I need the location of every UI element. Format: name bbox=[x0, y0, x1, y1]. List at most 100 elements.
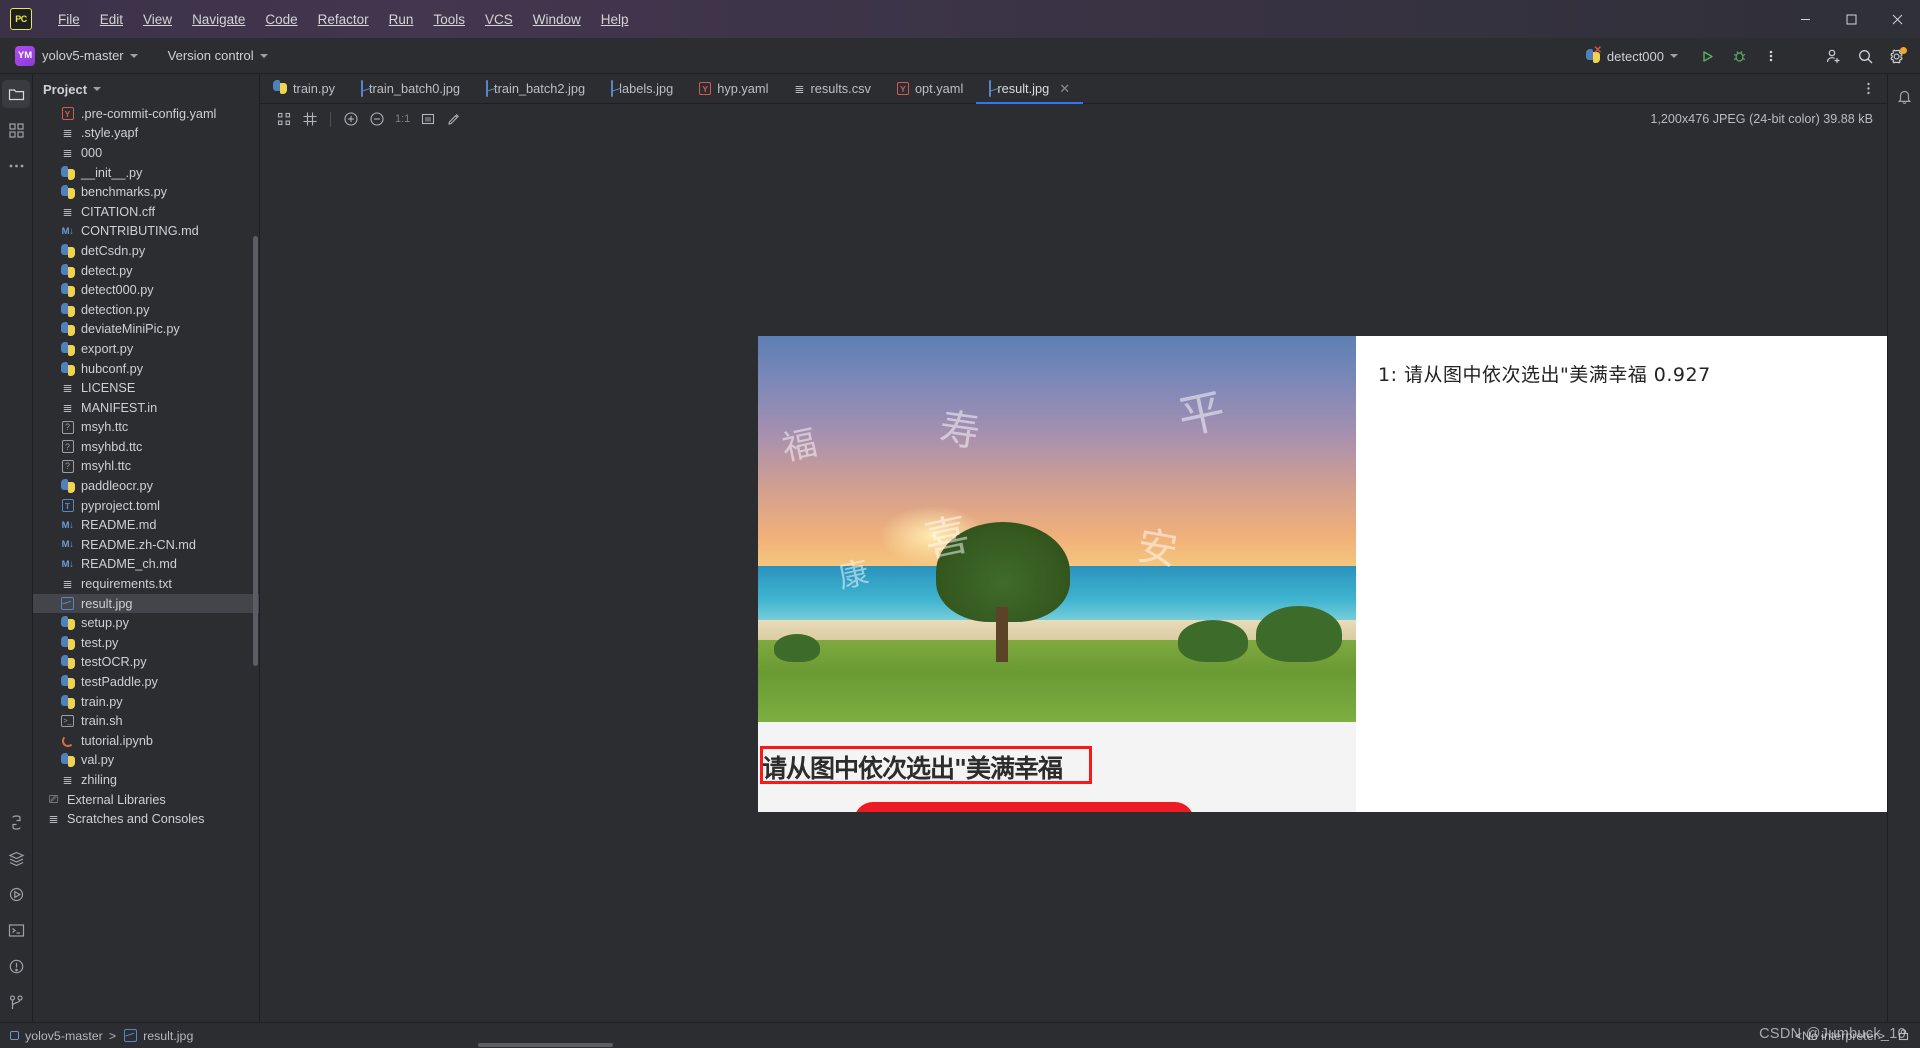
list-item[interactable]: result.jpg bbox=[33, 593, 259, 614]
list-item[interactable]: ≣ LICENSE bbox=[33, 378, 259, 398]
maximize-icon[interactable] bbox=[1828, 0, 1874, 38]
sidebar-item-problems[interactable] bbox=[2, 952, 30, 980]
run-configuration-name: detect000 bbox=[1606, 48, 1664, 64]
zoom-in-icon[interactable] bbox=[339, 108, 363, 130]
list-item[interactable]: Tpyproject.toml bbox=[33, 496, 259, 516]
zoom-out-icon[interactable] bbox=[365, 108, 389, 130]
version-control-selector[interactable]: Version control bbox=[163, 45, 273, 66]
project-scrollbar[interactable] bbox=[253, 236, 258, 666]
interpreter-selector[interactable]: <No interpreter> bbox=[1795, 1029, 1885, 1043]
gear-icon[interactable] bbox=[1882, 42, 1912, 70]
list-item[interactable]: detect.py bbox=[33, 261, 259, 281]
list-item[interactable]: detection.py bbox=[33, 300, 259, 320]
project-panel-header[interactable]: Project bbox=[33, 74, 259, 104]
notifications-icon[interactable] bbox=[1890, 82, 1918, 110]
editor-tabs-more-icon[interactable] bbox=[1850, 74, 1887, 103]
list-item[interactable]: ≣ zhiling bbox=[33, 770, 259, 790]
list-item[interactable]: val.py bbox=[33, 751, 259, 771]
list-item[interactable]: detect000.py bbox=[33, 280, 259, 300]
list-item[interactable]: ? msyh.ttc bbox=[33, 418, 259, 438]
sidebar-item-project[interactable] bbox=[2, 80, 30, 108]
list-item[interactable]: paddleocr.py bbox=[33, 476, 259, 496]
tab-train-batch2-jpg[interactable]: train_batch2.jpg bbox=[473, 74, 598, 103]
menu-edit[interactable]: Edit bbox=[90, 8, 133, 31]
list-item[interactable]: Y .pre-commit-config.yaml bbox=[33, 104, 259, 124]
tab-train-py[interactable]: train.py bbox=[260, 74, 348, 103]
list-item[interactable]: hubconf.py bbox=[33, 359, 259, 379]
close-icon[interactable] bbox=[1874, 0, 1920, 38]
list-item[interactable]: benchmarks.py bbox=[33, 182, 259, 202]
list-item[interactable]: ? msyhbd.ttc bbox=[33, 437, 259, 457]
menu-tools[interactable]: Tools bbox=[423, 8, 475, 31]
debug-icon[interactable] bbox=[1724, 42, 1754, 70]
sidebar-item-run[interactable] bbox=[2, 880, 30, 908]
close-icon[interactable]: ✕ bbox=[1059, 81, 1070, 97]
list-item[interactable]: setup.py bbox=[33, 613, 259, 633]
breadcrumb[interactable]: yolov5-master > result.jpg bbox=[10, 1029, 193, 1043]
list-item[interactable]: ≣ Scratches and Consoles bbox=[33, 809, 259, 829]
list-item[interactable]: ⎚ External Libraries bbox=[33, 790, 259, 810]
add-user-icon[interactable] bbox=[1818, 42, 1848, 70]
list-item[interactable]: __init__.py bbox=[33, 163, 259, 183]
more-vertical-icon[interactable] bbox=[1756, 42, 1786, 70]
run-icon[interactable] bbox=[1692, 42, 1722, 70]
sidebar-item-more[interactable] bbox=[2, 152, 30, 180]
tab-results-csv[interactable]: ≣ results.csv bbox=[781, 74, 884, 103]
list-item[interactable]: ≣ .style.yapf bbox=[33, 124, 259, 144]
list-item[interactable]: M↓ README.md bbox=[33, 515, 259, 535]
list-item[interactable]: tutorial.ipynb bbox=[33, 731, 259, 751]
sidebar-item-python-packages[interactable] bbox=[2, 808, 30, 836]
menu-run[interactable]: Run bbox=[379, 8, 424, 31]
run-configuration-selector[interactable]: ✕ detect000 bbox=[1579, 45, 1684, 67]
python-file-icon bbox=[60, 302, 75, 317]
list-item[interactable]: testPaddle.py bbox=[33, 672, 259, 692]
list-item[interactable]: deviateMiniPic.py bbox=[33, 320, 259, 340]
search-icon[interactable] bbox=[1850, 42, 1880, 70]
menu-help[interactable]: Help bbox=[591, 8, 639, 31]
menu-view[interactable]: View bbox=[133, 8, 182, 31]
grid-icon[interactable] bbox=[298, 108, 322, 130]
tab-hyp-yaml[interactable]: Yhyp.yaml bbox=[686, 74, 781, 103]
menu-refactor[interactable]: Refactor bbox=[308, 8, 379, 31]
breadcrumb-file[interactable]: result.jpg bbox=[143, 1029, 193, 1043]
sidebar-item-structure[interactable] bbox=[2, 844, 30, 872]
menu-vcs[interactable]: VCS bbox=[475, 8, 523, 31]
list-item[interactable]: ≣ requirements.txt bbox=[33, 574, 259, 594]
list-item[interactable]: export.py bbox=[33, 339, 259, 359]
list-item[interactable]: M↓ CONTRIBUTING.md bbox=[33, 222, 259, 242]
list-item[interactable]: ≣ MANIFEST.in bbox=[33, 398, 259, 418]
tab-labels-jpg[interactable]: labels.jpg bbox=[598, 74, 686, 103]
tab-result-jpg[interactable]: result.jpg ✕ bbox=[976, 74, 1084, 104]
list-item[interactable]: test.py bbox=[33, 633, 259, 653]
project-file-tree[interactable]: Y .pre-commit-config.yaml ≣ .style.yapf ≣ 000… bbox=[33, 104, 259, 1022]
list-item[interactable]: M↓ README_ch.md bbox=[33, 555, 259, 575]
list-item[interactable]: ≣ CITATION.cff bbox=[33, 202, 259, 222]
list-item[interactable]: ? msyhl.ttc bbox=[33, 457, 259, 477]
image-file-icon bbox=[611, 80, 614, 97]
horizontal-scrollbar[interactable] bbox=[478, 1043, 613, 1047]
sidebar-item-version-control[interactable] bbox=[2, 988, 30, 1016]
list-item[interactable]: ≣ 000 bbox=[33, 143, 259, 163]
list-item[interactable]: testOCR.py bbox=[33, 653, 259, 673]
list-item[interactable]: detCsdn.py bbox=[33, 241, 259, 261]
breadcrumb-root[interactable]: yolov5-master bbox=[25, 1029, 103, 1043]
image-canvas[interactable]: 福 寿 平 喜 安 康 请从图中依次选出"美满幸福 1: 请从图中依次选出"美满… bbox=[260, 134, 1887, 1022]
list-item[interactable]: train.py bbox=[33, 692, 259, 712]
list-item[interactable]: M↓ README.zh-CN.md bbox=[33, 535, 259, 555]
color-picker-icon[interactable] bbox=[442, 108, 466, 130]
sidebar-item-commit[interactable] bbox=[2, 116, 30, 144]
menu-navigate[interactable]: Navigate bbox=[182, 8, 255, 31]
list-item[interactable]: >_ train.sh bbox=[33, 711, 259, 731]
menu-code[interactable]: Code bbox=[255, 8, 307, 31]
tab-opt-yaml[interactable]: Yopt.yaml bbox=[884, 74, 976, 103]
menu-window[interactable]: Window bbox=[523, 8, 591, 31]
tab-train-batch0-jpg[interactable]: train_batch0.jpg bbox=[348, 74, 473, 103]
menu-file[interactable]: File bbox=[48, 8, 90, 31]
transparency-grid-icon[interactable] bbox=[272, 108, 296, 130]
fit-to-window-icon[interactable] bbox=[416, 108, 440, 130]
project-selector[interactable]: YM yolov5-master bbox=[10, 43, 143, 69]
minimize-icon[interactable] bbox=[1782, 0, 1828, 38]
lock-icon[interactable] bbox=[1897, 1028, 1910, 1044]
sidebar-item-terminal[interactable] bbox=[2, 916, 30, 944]
actual-size-button[interactable]: 1:1 bbox=[391, 113, 414, 125]
